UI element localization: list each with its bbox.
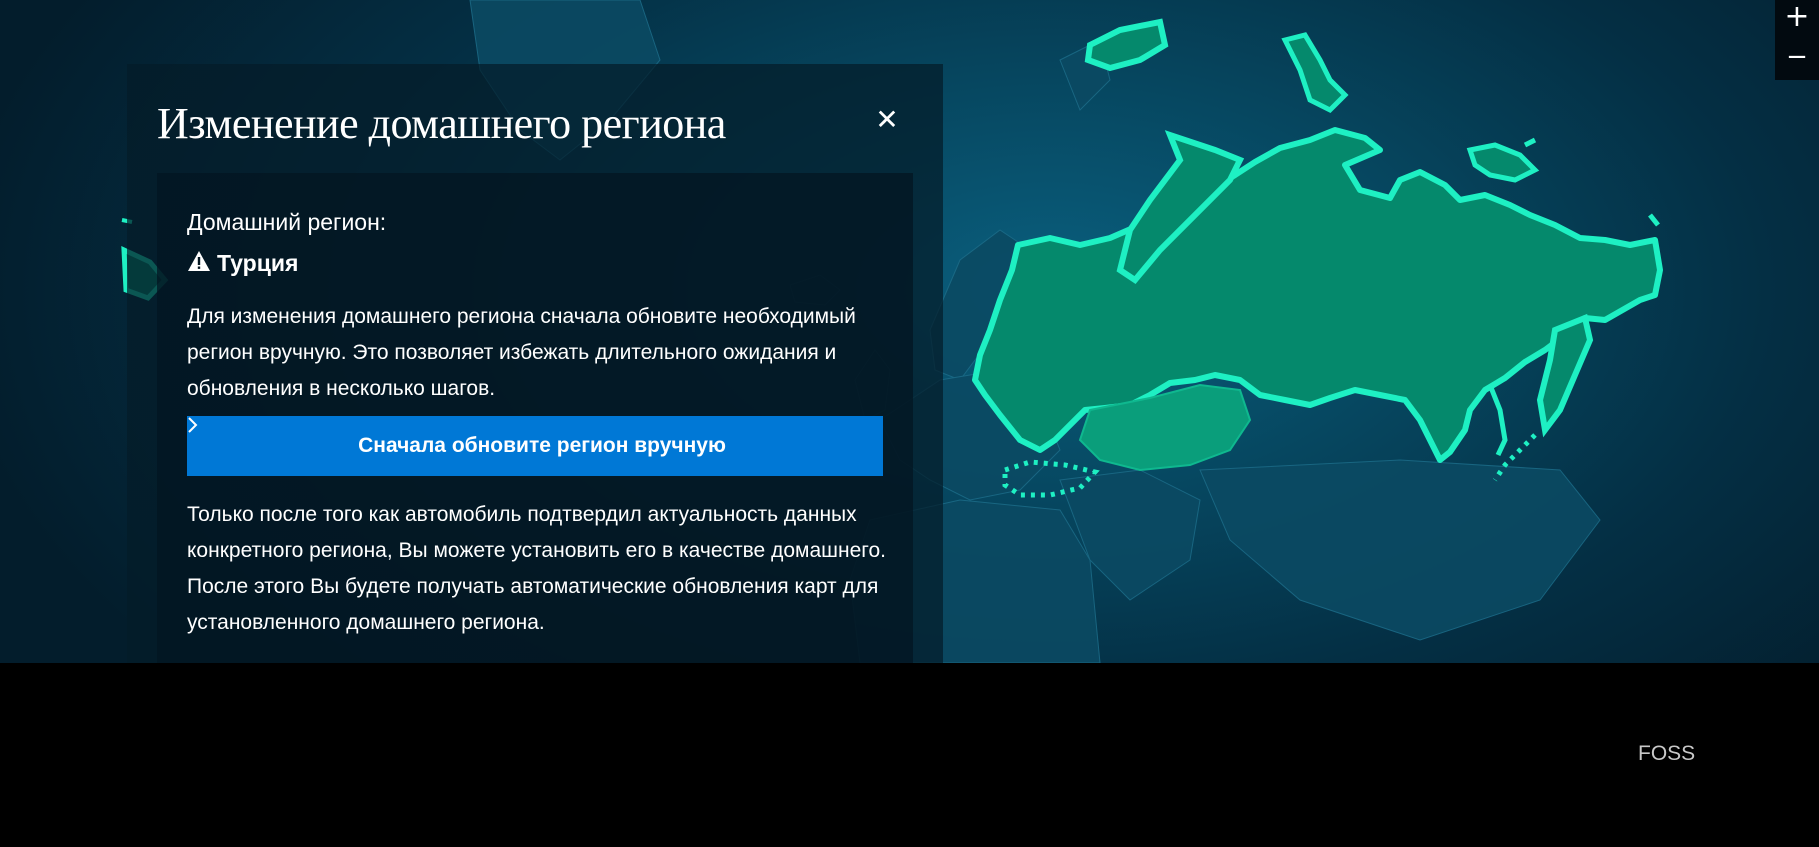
map-view[interactable]: + − Изменение домашнего региона ✕ Домашн… [0,0,1819,663]
change-home-region-dialog: Изменение домашнего региона ✕ Домашний р… [127,64,943,663]
zoom-out-button[interactable]: − [1775,34,1819,80]
franz-josef-islands [1281,32,1349,114]
zoom-controls: + − [1775,0,1819,80]
dialog-note: Только после того как автомобиль подтвер… [187,503,886,634]
warning-triangle-icon [187,251,211,275]
home-region-value: Турция [187,250,298,277]
svalbard-islands [1084,18,1169,72]
asia-south-landmass [1199,459,1601,641]
update-region-manually-button[interactable]: Сначала обновите регион вручную [187,416,883,476]
east-arctic-islands [1523,137,1660,227]
zoom-in-button[interactable]: + [1775,0,1819,34]
home-region-name: Турция [217,250,299,276]
foss-link[interactable]: FOSS [1638,742,1695,766]
dialog-content: Домашний регион: Турция Для изменения до… [157,173,913,663]
dialog-title: Изменение домашнего региона [157,99,726,148]
home-region-label: Домашний регион: [187,209,387,235]
severnaya-zemlya-islands [1466,142,1540,183]
footer: FOSS [0,663,1819,847]
dialog-description: Для изменения домашнего региона сначала … [187,305,856,400]
close-button[interactable]: ✕ [872,103,902,136]
update-region-manually-label: Сначала обновите регион вручную [358,434,726,457]
sakhalin-region [1487,384,1508,457]
